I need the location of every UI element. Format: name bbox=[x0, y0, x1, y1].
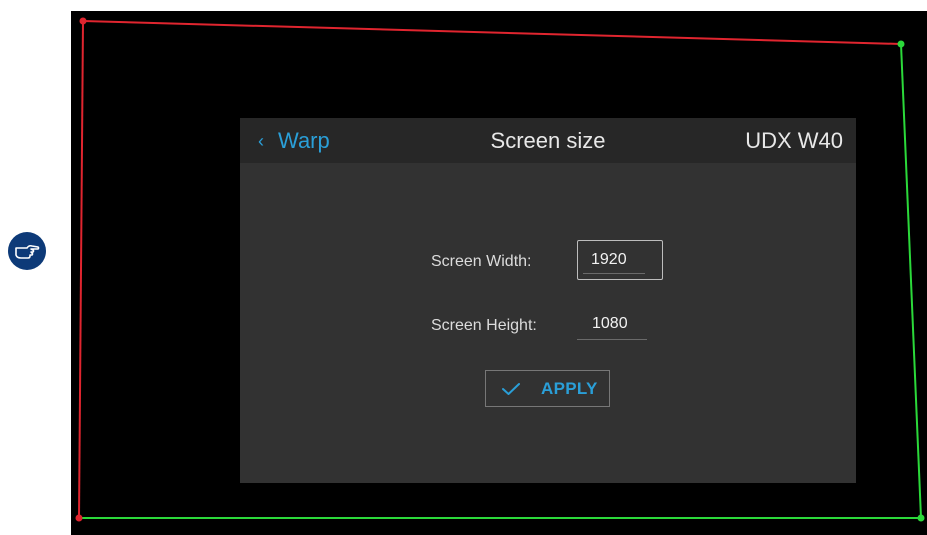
screen-width-input[interactable] bbox=[577, 240, 663, 280]
apply-label: APPLY bbox=[541, 378, 598, 398]
screen-width-underline bbox=[583, 273, 645, 274]
screen-height-input[interactable] bbox=[577, 308, 647, 340]
corner-handle-top-right[interactable] bbox=[897, 40, 905, 48]
checkmark-icon bbox=[501, 382, 521, 396]
corner-handle-top-left[interactable] bbox=[79, 17, 87, 25]
dialog-header: ‹ Warp Screen size UDX W40 bbox=[240, 118, 856, 163]
corner-handle-bottom-right[interactable] bbox=[917, 514, 925, 522]
screen-size-dialog: ‹ Warp Screen size UDX W40 Screen Width:… bbox=[240, 118, 856, 483]
corner-handle-bottom-left[interactable] bbox=[75, 514, 83, 522]
screen-width-label: Screen Width: bbox=[431, 253, 532, 270]
projector-model: UDX W40 bbox=[745, 128, 843, 153]
apply-button[interactable]: APPLY bbox=[485, 370, 610, 407]
warp-edge-left bbox=[78, 20, 84, 519]
pointing-hand-icon bbox=[8, 232, 46, 270]
warp-edge-right bbox=[900, 43, 922, 519]
screen-height-label: Screen Height: bbox=[431, 317, 537, 334]
warp-edge-top bbox=[82, 20, 902, 45]
